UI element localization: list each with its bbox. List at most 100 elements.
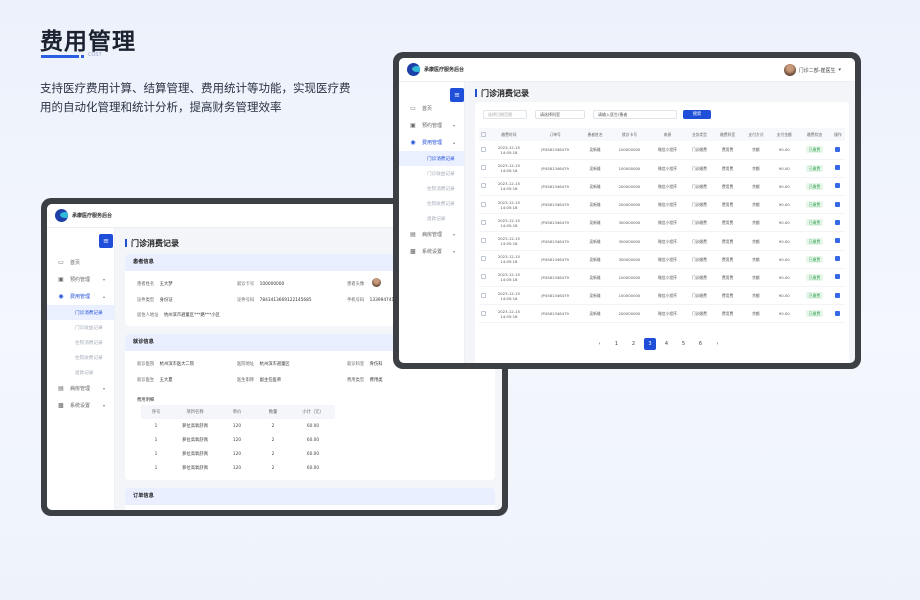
table-row: 2023-12-15 14:05:18 JP4581346479 吴新雄 200000… bbox=[479, 304, 845, 324]
fee-detail-table: 序号 项目名称 单价 数量 小计（元） 1 萝拉高氧舒佩 120 2 60.00 1 萝拉高… bbox=[141, 405, 335, 475]
page-button[interactable]: 5 bbox=[675, 338, 692, 350]
user-menu[interactable]: 门诊二部-崔医生 ▾ bbox=[783, 64, 841, 76]
records-card: 选择日期范围 请选择科室 请输入医生/患者 搜索 缴费时间 订单号 患者姓名 就诊卡号… bbox=[475, 102, 849, 363]
sidebar-item-system[interactable]: ▩ 系统设置 ▾ bbox=[47, 397, 114, 414]
sidebar-item-home[interactable]: ▭ 首页 bbox=[399, 100, 464, 117]
sidebar-item-fee[interactable]: ◉ 费用管理 ▴ bbox=[47, 288, 114, 305]
next-page-button[interactable]: › bbox=[709, 338, 726, 350]
sidebar-item-ward[interactable]: ▤ 病房管理 ▾ bbox=[47, 380, 114, 397]
submenu-inpatient-charge[interactable]: 住院收费记录 bbox=[399, 196, 464, 211]
table-header: 单价 bbox=[219, 405, 255, 419]
page-button[interactable]: 1 bbox=[608, 338, 625, 350]
row-checkbox[interactable] bbox=[481, 238, 487, 244]
view-detail-icon[interactable] bbox=[835, 238, 841, 244]
status-badge: 已缴费 bbox=[805, 219, 824, 227]
view-detail-icon[interactable] bbox=[835, 201, 841, 207]
table-cell: 费用费 bbox=[713, 177, 742, 197]
table-cell: 微信小程序 bbox=[649, 195, 686, 215]
brand-logo bbox=[407, 63, 420, 76]
row-checkbox[interactable] bbox=[481, 165, 487, 171]
row-checkbox-cell[interactable] bbox=[479, 250, 489, 269]
sidebar-item-ward[interactable]: ▤ 病房管理 ▾ bbox=[399, 226, 464, 243]
view-detail-icon[interactable] bbox=[835, 165, 841, 171]
submenu-outpatient-consumption[interactable]: 门诊消费记录 bbox=[399, 151, 464, 166]
prev-page-button[interactable]: ‹ bbox=[591, 338, 608, 350]
sidebar-item-system[interactable]: ▩ 系统设置 ▾ bbox=[399, 243, 464, 260]
search-button[interactable]: 搜索 bbox=[683, 110, 711, 119]
row-checkbox[interactable] bbox=[481, 146, 487, 152]
menu-toggle-button[interactable]: ≡ bbox=[99, 234, 113, 248]
row-checkbox[interactable] bbox=[481, 292, 487, 298]
table-cell: 120 bbox=[232, 451, 242, 457]
table-cell: 吴新雄 bbox=[580, 213, 610, 233]
row-checkbox-cell[interactable] bbox=[479, 177, 489, 197]
chevron-down-icon: ▾ bbox=[452, 232, 455, 237]
submenu-refund[interactable]: 退款记录 bbox=[399, 211, 464, 226]
view-detail-icon[interactable] bbox=[835, 310, 841, 316]
row-checkbox[interactable] bbox=[481, 310, 487, 316]
row-checkbox[interactable] bbox=[481, 219, 487, 225]
select-all-checkbox[interactable] bbox=[481, 131, 487, 137]
submenu-outpatient-income[interactable]: 门诊收益记录 bbox=[399, 166, 464, 181]
sidebar-item-fee[interactable]: ◉ 费用管理 ▴ bbox=[399, 134, 464, 151]
page-button[interactable]: 2 bbox=[625, 338, 642, 350]
phone-field: 手机号码 13399474134 bbox=[347, 298, 400, 303]
submenu-outpatient-consumption[interactable]: 门诊消费记录 bbox=[47, 305, 114, 320]
submenu-inpatient-charge[interactable]: 住院收费记录 bbox=[47, 350, 114, 365]
sidebar-item-home[interactable]: ▭ 首页 bbox=[47, 254, 114, 271]
table-cell: 余额 bbox=[741, 250, 771, 269]
view-detail-icon[interactable] bbox=[835, 292, 841, 298]
row-checkbox[interactable] bbox=[481, 183, 487, 189]
submenu-refund[interactable]: 退款记录 bbox=[47, 365, 114, 380]
view-detail-icon[interactable] bbox=[835, 274, 841, 280]
table-row: 2023-12-15 14:05:18 JP4581346479 吴新雄 100000… bbox=[479, 141, 845, 160]
sidebar-item-appointment[interactable]: ▣ 预约管理 ▾ bbox=[47, 271, 114, 288]
home-icon: ▭ bbox=[58, 259, 64, 266]
submenu-inpatient-consumption[interactable]: 住院消费记录 bbox=[399, 181, 464, 196]
table-cell: 90.00 bbox=[770, 159, 799, 178]
row-checkbox-cell[interactable] bbox=[479, 195, 489, 215]
right-screen: 承康医疗服务后台 门诊二部-崔医生 ▾ ≡ ▭ 首页 ▣ 预约管理 ▾ ◉ 费用管理 ▴ … bbox=[399, 58, 855, 363]
hero-subtitle: COST bbox=[88, 52, 102, 58]
table-header[interactable] bbox=[479, 128, 489, 141]
table-cell: 300000000 bbox=[609, 231, 650, 251]
row-checkbox[interactable] bbox=[481, 256, 487, 262]
view-detail-icon[interactable] bbox=[835, 256, 841, 262]
table-row: 1 萝拉高氧舒佩 120 2 60.00 bbox=[141, 433, 335, 447]
view-detail-icon[interactable] bbox=[835, 219, 841, 225]
submenu-inpatient-consumption[interactable]: 住院消费记录 bbox=[47, 335, 114, 350]
sidebar: ≡ ▭ 首页 ▣ 预约管理 ▾ ◉ 费用管理 ▴ 门诊消费记录 门诊收益记录 住院消费记录… bbox=[399, 82, 465, 363]
row-checkbox-cell[interactable] bbox=[479, 141, 489, 160]
keyword-input[interactable]: 请输入医生/患者 bbox=[593, 110, 677, 119]
view-detail-icon[interactable] bbox=[835, 183, 841, 189]
table-row: 2023-12-15 14:05:18 JP4581346479 吴新雄 100000… bbox=[479, 286, 845, 306]
submenu-outpatient-income[interactable]: 门诊收益记录 bbox=[47, 320, 114, 335]
action-cell bbox=[830, 268, 845, 288]
bed-icon: ▤ bbox=[58, 385, 64, 392]
row-checkbox-cell[interactable] bbox=[479, 268, 489, 288]
table-cell: JP4581346479 bbox=[529, 195, 581, 215]
row-checkbox-cell[interactable] bbox=[479, 159, 489, 178]
page-button[interactable]: 3 bbox=[644, 338, 656, 350]
view-detail-icon[interactable] bbox=[835, 146, 841, 152]
table-cell: 已缴费 bbox=[798, 286, 831, 306]
table-cell: 100000000 bbox=[609, 159, 650, 178]
table-row: 1 萝拉高氧舒佩 120 2 60.00 bbox=[141, 461, 335, 475]
sidebar-item-label: 预约管理 bbox=[422, 123, 443, 129]
page-button[interactable]: 4 bbox=[658, 338, 675, 350]
table-row: 2023-12-15 14:05:18 JP4581346479 吴新雄 100000… bbox=[479, 159, 845, 178]
sidebar-item-appointment[interactable]: ▣ 预约管理 ▾ bbox=[399, 117, 464, 134]
page-button[interactable]: 6 bbox=[692, 338, 709, 350]
row-checkbox-cell[interactable] bbox=[479, 231, 489, 251]
table-cell: JP4581346479 bbox=[529, 231, 581, 251]
dept-select[interactable]: 请选择科室 bbox=[535, 110, 585, 119]
row-checkbox-cell[interactable] bbox=[479, 213, 489, 233]
sidebar-menu: ▭ 首页 ▣ 预约管理 ▾ ◉ 费用管理 ▴ 门诊消费记录 门诊收益记录 住院消费记录 住… bbox=[399, 100, 464, 260]
row-checkbox-cell[interactable] bbox=[479, 286, 489, 306]
row-checkbox-cell[interactable] bbox=[479, 304, 489, 324]
table-cell: 吴新雄 bbox=[580, 286, 610, 306]
row-checkbox[interactable] bbox=[481, 274, 487, 280]
table-cell: 已缴费 bbox=[798, 195, 831, 215]
row-checkbox[interactable] bbox=[481, 201, 487, 207]
date-range-picker[interactable]: 选择日期范围 bbox=[483, 110, 527, 119]
